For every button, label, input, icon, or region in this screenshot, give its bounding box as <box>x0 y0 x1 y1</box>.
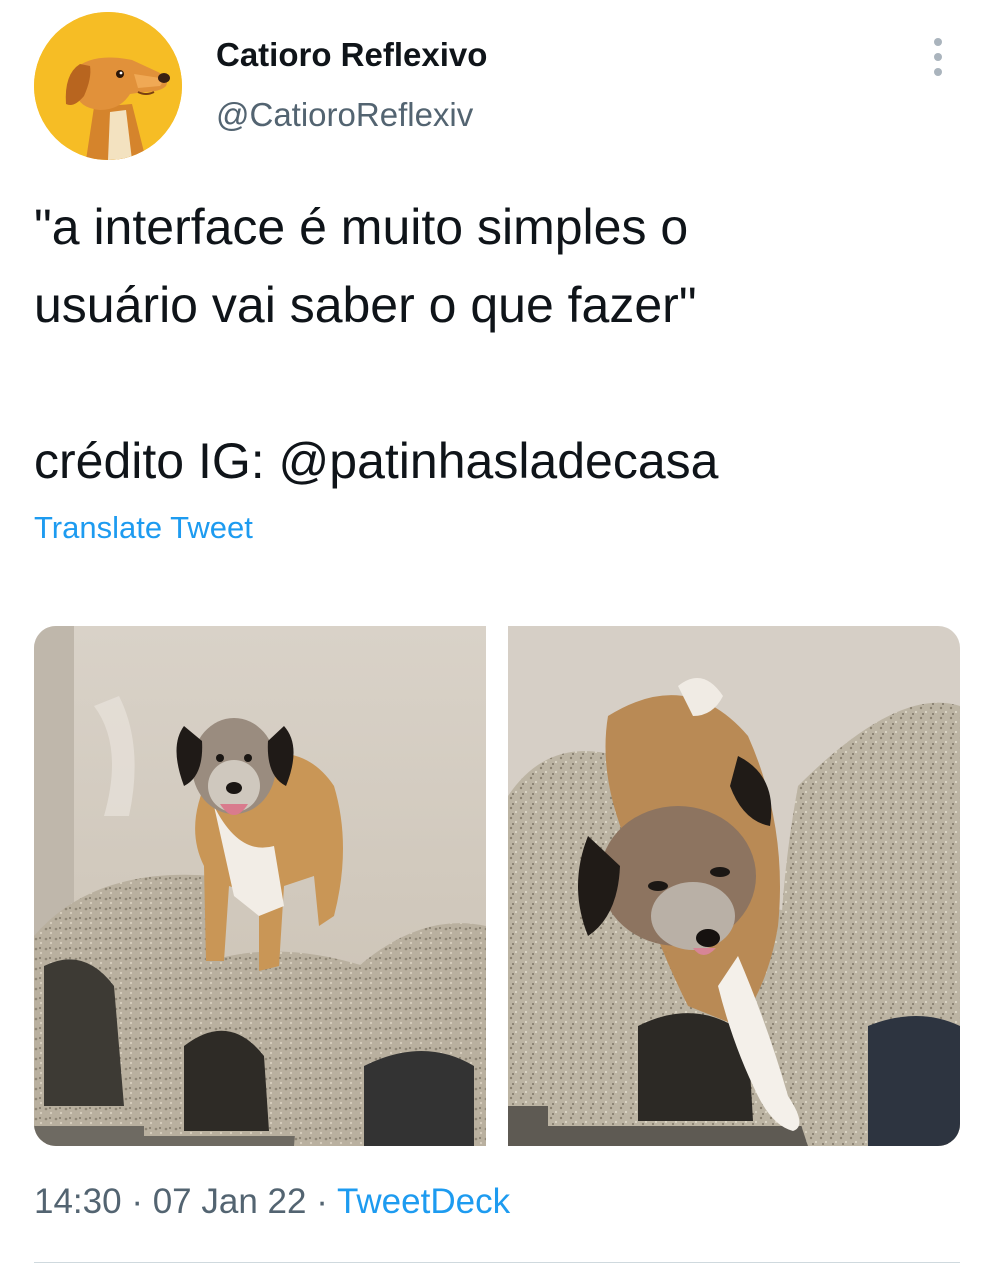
tweet-source-link[interactable]: TweetDeck <box>337 1182 510 1221</box>
tweet-photo-1[interactable] <box>34 626 486 1146</box>
media-grid <box>34 626 960 1146</box>
tweet-meta: 14:30 · 07 Jan 22 · TweetDeck <box>34 1182 510 1222</box>
tweet-photo-2[interactable] <box>508 626 960 1146</box>
tweet-text: "a interface é muito simples o usuário v… <box>34 199 719 489</box>
tweet-time[interactable]: 14:30 <box>34 1182 122 1221</box>
more-options-icon <box>934 38 942 46</box>
cartoon-dog-avatar-icon <box>34 12 182 160</box>
more-options-button[interactable] <box>918 34 958 80</box>
divider <box>34 1262 960 1263</box>
meta-separator: · <box>131 1182 143 1221</box>
avatar[interactable] <box>34 12 182 160</box>
meta-separator-2: · <box>316 1182 328 1221</box>
translate-tweet-link[interactable]: Translate Tweet <box>34 510 253 546</box>
user-handle[interactable]: @CatioroReflexiv <box>216 96 473 134</box>
more-options-icon-dot-2 <box>934 53 942 61</box>
display-name[interactable]: Catioro Reflexivo <box>216 36 487 74</box>
more-options-icon-dot-3 <box>934 68 942 76</box>
tweet-date[interactable]: 07 Jan 22 <box>153 1182 307 1221</box>
